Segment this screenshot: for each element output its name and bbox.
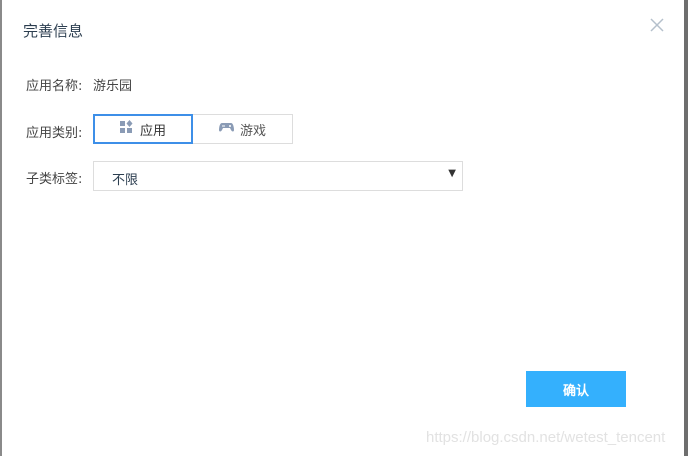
subtag-select[interactable]: 不限 ▼ [93, 161, 463, 191]
right-border [684, 0, 688, 456]
left-border [0, 0, 2, 456]
close-icon[interactable] [648, 16, 666, 34]
app-name-label: 应用名称: [26, 79, 83, 94]
confirm-button[interactable]: 确认 [526, 371, 626, 407]
subtag-selected-value: 不限 [112, 173, 139, 188]
category-option-label: 应用 [139, 123, 166, 139]
app-name-value: 游乐园 [93, 79, 133, 94]
watermark: https://blog.csdn.net/wetest_tencent [426, 429, 666, 446]
gamepad-icon [218, 121, 234, 137]
dialog-title: 完善信息 [23, 22, 84, 40]
subtag-label: 子类标签: [26, 172, 83, 187]
category-option-game[interactable]: 游戏 [193, 114, 293, 144]
category-option-app[interactable]: 应用 [93, 114, 193, 144]
dropdown-arrow-icon: ▼ [448, 168, 456, 179]
category-option-label: 游戏 [239, 123, 266, 139]
app-category-label: 应用类别: [26, 126, 83, 141]
apps-grid-icon [119, 120, 134, 138]
